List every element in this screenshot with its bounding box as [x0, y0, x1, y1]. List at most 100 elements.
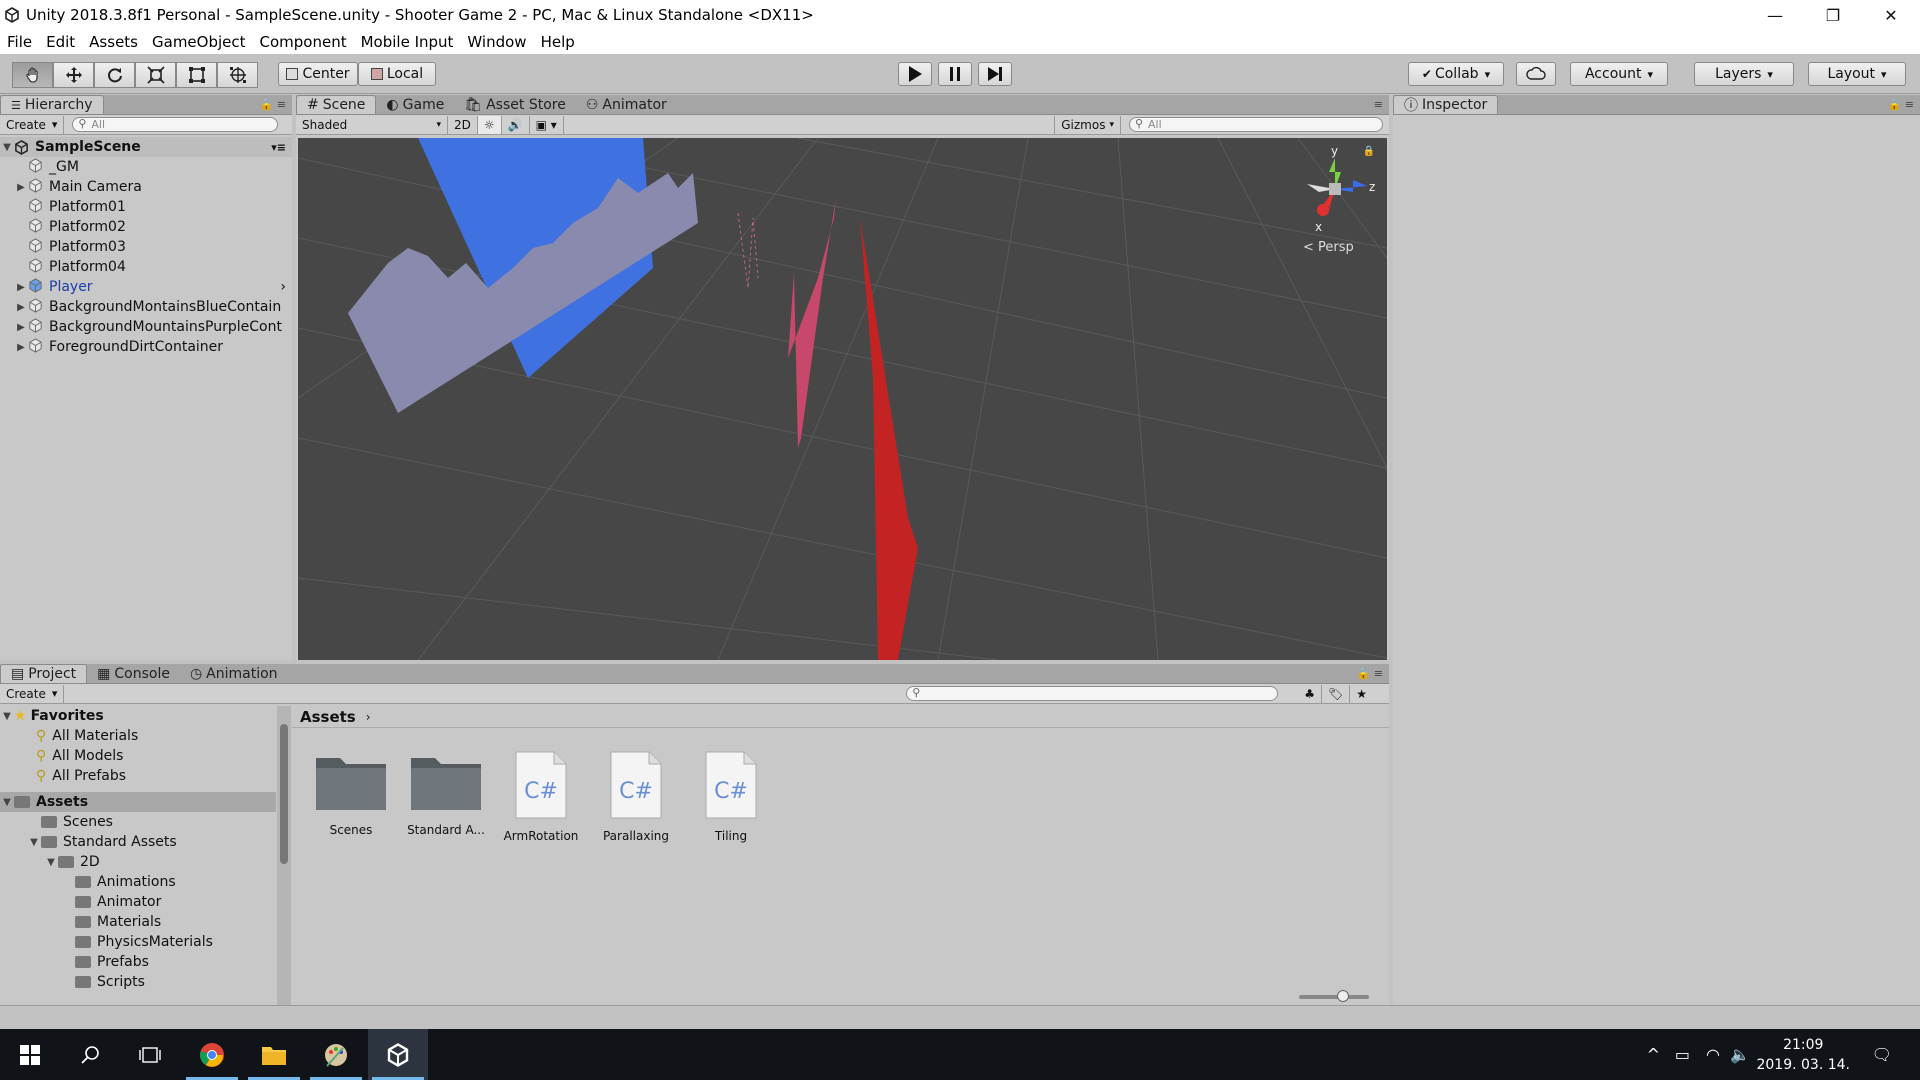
rotate-tool-button[interactable] — [94, 62, 135, 88]
hierarchy-search-input[interactable]: All — [72, 117, 279, 132]
tab-animator[interactable]: ⚇ Animator — [576, 95, 677, 114]
scrollbar-thumb[interactable] — [280, 724, 288, 864]
project-panel-menu-icon[interactable]: 🔒 ≡ — [1357, 667, 1383, 680]
favorite-item[interactable]: ⚲ All Models — [0, 746, 276, 766]
hierarchy-item[interactable]: ▶ BackgroundMountainsPurpleCont — [0, 317, 292, 337]
tab-project[interactable]: ▤ Project — [0, 664, 88, 683]
viewport-lock-icon[interactable]: 🔒 — [1363, 146, 1375, 157]
close-button[interactable]: ✕ — [1862, 0, 1920, 30]
asset-folder-item[interactable]: Prefabs — [0, 952, 276, 972]
asset-folder-item[interactable]: Scenes — [0, 812, 276, 832]
task-view-button[interactable] — [120, 1029, 180, 1080]
panel-lock-icon[interactable]: 🔒 ≡ — [260, 98, 286, 111]
hierarchy-item[interactable]: ▶ Main Camera — [0, 177, 292, 197]
expand-arrow-icon[interactable]: ▶ — [14, 282, 28, 293]
show-hidden-icons-icon[interactable]: ^ — [1647, 1045, 1660, 1064]
favorite-item[interactable]: ⚲ All Prefabs — [0, 766, 276, 786]
menu-mobile-input[interactable]: Mobile Input — [354, 33, 461, 51]
account-dropdown[interactable]: Account — [1570, 62, 1668, 86]
tab-game[interactable]: ◐ Game — [376, 95, 454, 114]
favorites-header[interactable]: ▼ ★ Favorites — [0, 706, 276, 726]
hierarchy-item[interactable]: ▶ Player › — [0, 277, 292, 297]
expand-arrow-icon[interactable]: ▶ — [14, 302, 28, 313]
asset-folder-item[interactable]: Materials — [0, 912, 276, 932]
scene-panel-menu-icon[interactable]: ≡ — [1374, 98, 1383, 111]
tab-scene[interactable]: # Scene — [296, 95, 377, 114]
layers-dropdown[interactable]: Layers — [1694, 62, 1794, 86]
asset-folder-item[interactable]: PhysicsMaterials — [0, 932, 276, 952]
filter-type-button[interactable]: ♣ — [1298, 684, 1322, 703]
scene-root[interactable]: ▼ SampleScene ▾≡ — [0, 137, 292, 157]
taskbar-unity[interactable] — [368, 1029, 428, 1080]
menu-edit[interactable]: Edit — [39, 33, 82, 51]
menu-window[interactable]: Window — [460, 33, 533, 51]
asset-folder-item[interactable]: ▼ Standard Assets — [0, 832, 276, 852]
asset-script-tile[interactable]: C# ArmRotation — [496, 750, 586, 843]
hierarchy-item[interactable]: Platform01 — [0, 197, 292, 217]
expand-arrow-icon[interactable]: ▶ — [14, 182, 28, 193]
scene-audio-toggle[interactable]: 🔊 — [502, 115, 530, 134]
projection-label[interactable]: < Persp — [1303, 240, 1354, 255]
hand-tool-button[interactable] — [12, 62, 53, 88]
shading-mode-dropdown[interactable]: Shaded ▾ — [296, 115, 448, 134]
hierarchy-item[interactable]: Platform03 — [0, 237, 292, 257]
expand-arrow-icon[interactable]: ▼ — [44, 857, 58, 868]
tab-inspector[interactable]: ⓘ Inspector — [1393, 95, 1499, 114]
transform-tool-button[interactable] — [217, 62, 258, 88]
asset-script-tile[interactable]: C# Parallaxing — [591, 750, 681, 843]
menu-gameobject[interactable]: GameObject — [145, 33, 253, 51]
hierarchy-item[interactable]: Platform02 — [0, 217, 292, 237]
hierarchy-item[interactable]: Platform04 — [0, 257, 292, 277]
asset-folder-tile[interactable]: Standard A... — [401, 750, 491, 837]
layout-dropdown[interactable]: Layout — [1808, 62, 1906, 86]
pause-button[interactable] — [938, 62, 972, 86]
expand-arrow-icon[interactable]: ▶ — [14, 342, 28, 353]
icon-size-slider[interactable] — [1299, 990, 1369, 1002]
start-button[interactable] — [0, 1029, 60, 1080]
hierarchy-item[interactable]: _GM — [0, 157, 292, 177]
search-button[interactable] — [60, 1029, 120, 1080]
orientation-gizmo[interactable]: y z x < Persp — [1297, 144, 1377, 255]
asset-folder-tile[interactable]: Scenes — [306, 750, 396, 837]
inspector-lock-icon[interactable]: 🔒 ≡ — [1888, 98, 1914, 111]
menu-component[interactable]: Component — [253, 33, 354, 51]
favorite-item[interactable]: ⚲ All Materials — [0, 726, 276, 746]
scene-search-input[interactable]: All — [1129, 117, 1383, 132]
collab-dropdown[interactable]: ✔ Collab — [1408, 62, 1504, 86]
minimize-button[interactable]: — — [1746, 0, 1804, 30]
expand-arrow-icon[interactable]: ▼ — [0, 711, 14, 722]
tab-console[interactable]: ▦ Console — [87, 664, 180, 683]
scale-tool-button[interactable] — [135, 62, 176, 88]
project-tree-scrollbar[interactable] — [277, 706, 291, 1005]
taskbar-file-explorer[interactable] — [244, 1029, 304, 1080]
cloud-button[interactable] — [1516, 62, 1556, 86]
pivot-center-button[interactable]: Center — [278, 62, 358, 86]
expand-arrow-icon[interactable]: ▼ — [0, 797, 14, 808]
prefab-open-chevron-icon[interactable]: › — [280, 279, 286, 295]
expand-arrow-icon[interactable]: ▶ — [14, 322, 28, 333]
play-button[interactable] — [898, 62, 932, 86]
move-tool-button[interactable] — [53, 62, 94, 88]
expand-arrow-icon[interactable]: ▼ — [27, 837, 41, 848]
pivot-local-button[interactable]: Local — [358, 62, 436, 86]
tab-asset-store[interactable]: 🛍 Asset Store — [454, 95, 576, 114]
favorite-button[interactable]: ★ — [1350, 685, 1373, 703]
asset-folder-item[interactable]: Animations — [0, 872, 276, 892]
wifi-icon[interactable]: ◠ — [1706, 1045, 1720, 1064]
notifications-icon[interactable]: 🗨 — [1872, 1045, 1892, 1064]
menu-assets[interactable]: Assets — [82, 33, 145, 51]
taskbar-paint-app[interactable] — [306, 1029, 366, 1080]
scene-effects-toggle[interactable]: ▣ ▾ — [530, 115, 564, 134]
battery-icon[interactable]: ▭ — [1675, 1045, 1690, 1064]
scene-viewport[interactable]: y z x < Persp 🔒 — [298, 138, 1387, 660]
filter-label-button[interactable]: 🏷 — [1322, 684, 1351, 703]
tab-hierarchy[interactable]: ☰ Hierarchy — [0, 95, 104, 114]
hierarchy-create-button[interactable]: Create — [0, 115, 65, 134]
rect-tool-button[interactable] — [176, 62, 217, 88]
scene-menu-icon[interactable]: ▾≡ — [271, 141, 286, 154]
toggle-2d-button[interactable]: 2D — [448, 115, 478, 134]
menu-help[interactable]: Help — [534, 33, 582, 51]
expand-arrow-icon[interactable]: ▼ — [0, 142, 14, 153]
hierarchy-item[interactable]: ▶ BackgroundMontainsBlueContain — [0, 297, 292, 317]
menu-file[interactable]: File — [0, 33, 39, 51]
